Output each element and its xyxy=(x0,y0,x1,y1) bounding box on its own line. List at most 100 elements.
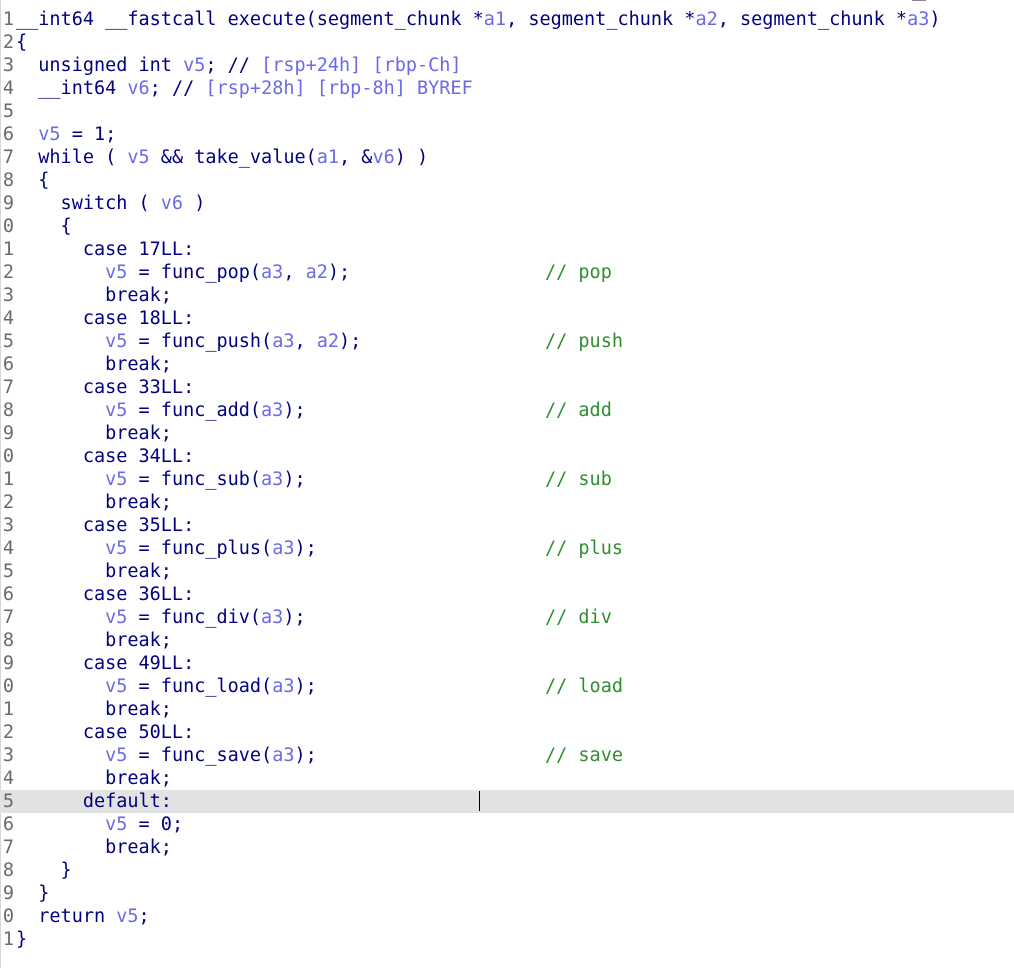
pseudocode-editor[interactable]: 1 __int64 __fastcall execute(segment_chun… xyxy=(0,0,1014,968)
line-number: 9 xyxy=(2,883,14,904)
inline-comment: // pop xyxy=(545,262,612,283)
code-text: break; xyxy=(16,492,172,513)
code-line[interactable]: 6 v5 = 1; xyxy=(0,123,1014,146)
line-number: 7 xyxy=(2,837,14,858)
line-number: 3 xyxy=(2,745,14,766)
inline-comment: // push xyxy=(545,331,623,352)
code-text: } xyxy=(16,929,28,950)
code-line[interactable]: 6 v5 = 0; xyxy=(0,813,1014,836)
code-line[interactable]: 7 while ( v5 && take_value(a1, &v6) ) xyxy=(0,146,1014,169)
code-text: __int64 v6; // [rsp+28h] [rbp-8h] BYREF xyxy=(16,78,473,99)
code-line[interactable]: 4 __int64 v6; // [rsp+28h] [rbp-8h] BYRE… xyxy=(0,77,1014,100)
code-line[interactable]: 5 xyxy=(0,100,1014,123)
code-line[interactable]: 2{ xyxy=(0,31,1014,54)
code-line[interactable]: 2 v5 = func_pop(a3, a2); // pop xyxy=(0,261,1014,284)
line-number: 8 xyxy=(2,630,14,651)
line-number: 4 xyxy=(2,78,14,99)
code-line[interactable]: 0 return v5; xyxy=(0,905,1014,928)
code-line[interactable]: 3 unsigned int v5; // [rsp+24h] [rbp-Ch] xyxy=(0,54,1014,77)
code-text: switch ( v6 ) xyxy=(16,193,206,214)
code-line[interactable]: 1 case 17LL: xyxy=(0,238,1014,261)
code-line[interactable]: 1 break; xyxy=(0,698,1014,721)
line-number: 0 xyxy=(2,446,14,467)
code-text: case 34LL: xyxy=(16,446,195,467)
code-line[interactable]: 5 default: xyxy=(0,790,1014,813)
code-text: v5 = func_add(a3); xyxy=(105,400,306,421)
line-number: 0 xyxy=(2,906,14,927)
code-line[interactable]: 7 break; xyxy=(0,836,1014,859)
line-number: 6 xyxy=(2,814,14,835)
code-line[interactable]: 6 case 36LL: xyxy=(0,583,1014,606)
code-text: { xyxy=(16,170,50,191)
code-text: case 33LL: xyxy=(16,377,195,398)
code-line[interactable]: 1 __int64 __fastcall execute(segment_chun… xyxy=(0,8,1014,31)
code-line[interactable]: 7 case 33LL: xyxy=(0,376,1014,399)
line-number: 3 xyxy=(2,55,14,76)
code-line[interactable]: 8 v5 = func_add(a3); // add xyxy=(0,399,1014,422)
line-number: 7 xyxy=(2,607,14,628)
line-number: 5 xyxy=(2,561,14,582)
code-text: v5 = 0; xyxy=(105,814,184,835)
code-line[interactable]: 8 break; xyxy=(0,629,1014,652)
code-line[interactable]: 8 } xyxy=(0,859,1014,882)
code-text: v5 = func_save(a3); xyxy=(105,745,317,766)
code-text: v5 = 1; xyxy=(38,124,117,145)
code-line[interactable]: 6 break; xyxy=(0,353,1014,376)
code-text: break; xyxy=(16,561,172,582)
code-line[interactable]: 4 v5 = func_plus(a3); // plus xyxy=(0,537,1014,560)
code-line[interactable]: 3 v5 = func_save(a3); // save xyxy=(0,744,1014,767)
code-text: v5 = func_div(a3); xyxy=(105,607,306,628)
line-number: 0 xyxy=(2,676,14,697)
code-text: break; xyxy=(16,423,172,444)
code-line[interactable]: 8 { xyxy=(0,169,1014,192)
code-text: default: xyxy=(16,791,172,812)
code-line[interactable]: 9 switch ( v6 ) xyxy=(0,192,1014,215)
code-text: unsigned int v5; // [rsp+24h] [rbp-Ch] xyxy=(16,55,462,76)
code-text: break; xyxy=(16,837,172,858)
line-number: 1 xyxy=(2,9,14,30)
code-line[interactable]: 9 } xyxy=(0,882,1014,905)
code-line[interactable]: 0 v5 = func_load(a3); // load xyxy=(0,675,1014,698)
code-text: v5 = func_push(a3, a2); xyxy=(105,331,362,352)
code-line[interactable]: 0 { xyxy=(0,215,1014,238)
code-line[interactable]: 4 case 18LL: xyxy=(0,307,1014,330)
code-line[interactable]: 4 break; xyxy=(0,767,1014,790)
code-text: { xyxy=(16,216,72,237)
code-text: case 35LL: xyxy=(16,515,195,536)
line-number: 3 xyxy=(2,515,14,536)
code-line[interactable]: 7 v5 = func_div(a3); // div xyxy=(0,606,1014,629)
code-line[interactable]: 1 v5 = func_sub(a3); // sub xyxy=(0,468,1014,491)
code-line[interactable]: 5 v5 = func_push(a3, a2); // push xyxy=(0,330,1014,353)
line-number: 4 xyxy=(2,538,14,559)
inline-comment: // sub xyxy=(545,469,612,490)
line-number: 2 xyxy=(2,722,14,743)
inline-comment: // add xyxy=(545,400,612,421)
line-number: 2 xyxy=(2,492,14,513)
inline-comment: // div xyxy=(545,607,612,628)
line-number: 6 xyxy=(2,584,14,605)
code-line[interactable]: 3 case 35LL: xyxy=(0,514,1014,537)
code-line[interactable]: 1} xyxy=(0,928,1014,951)
code-text: case 36LL: xyxy=(16,584,195,605)
code-text: while ( v5 && take_value(a1, &v6) ) xyxy=(16,147,429,168)
line-number: 5 xyxy=(2,101,14,122)
code-text: break; xyxy=(16,699,172,720)
code-line[interactable]: 2 break; xyxy=(0,491,1014,514)
code-text: case 17LL: xyxy=(16,239,195,260)
line-number: 7 xyxy=(2,377,14,398)
code-text: case 49LL: xyxy=(16,653,195,674)
code-line[interactable]: 0 case 34LL: xyxy=(0,445,1014,468)
code-line[interactable]: 9 case 49LL: xyxy=(0,652,1014,675)
code-line[interactable]: 5 break; xyxy=(0,560,1014,583)
line-number: 8 xyxy=(2,400,14,421)
code-text: v5 = func_plus(a3); xyxy=(105,538,317,559)
code-line[interactable]: 9 break; xyxy=(0,422,1014,445)
line-number: 1 xyxy=(2,929,14,950)
code-line[interactable]: 2 case 50LL: xyxy=(0,721,1014,744)
code-text: break; xyxy=(16,354,172,375)
line-number: 8 xyxy=(2,170,14,191)
code-line[interactable]: 3 break; xyxy=(0,284,1014,307)
line-number: 4 xyxy=(2,308,14,329)
line-number: 1 xyxy=(2,469,14,490)
code-text: case 50LL: xyxy=(16,722,195,743)
